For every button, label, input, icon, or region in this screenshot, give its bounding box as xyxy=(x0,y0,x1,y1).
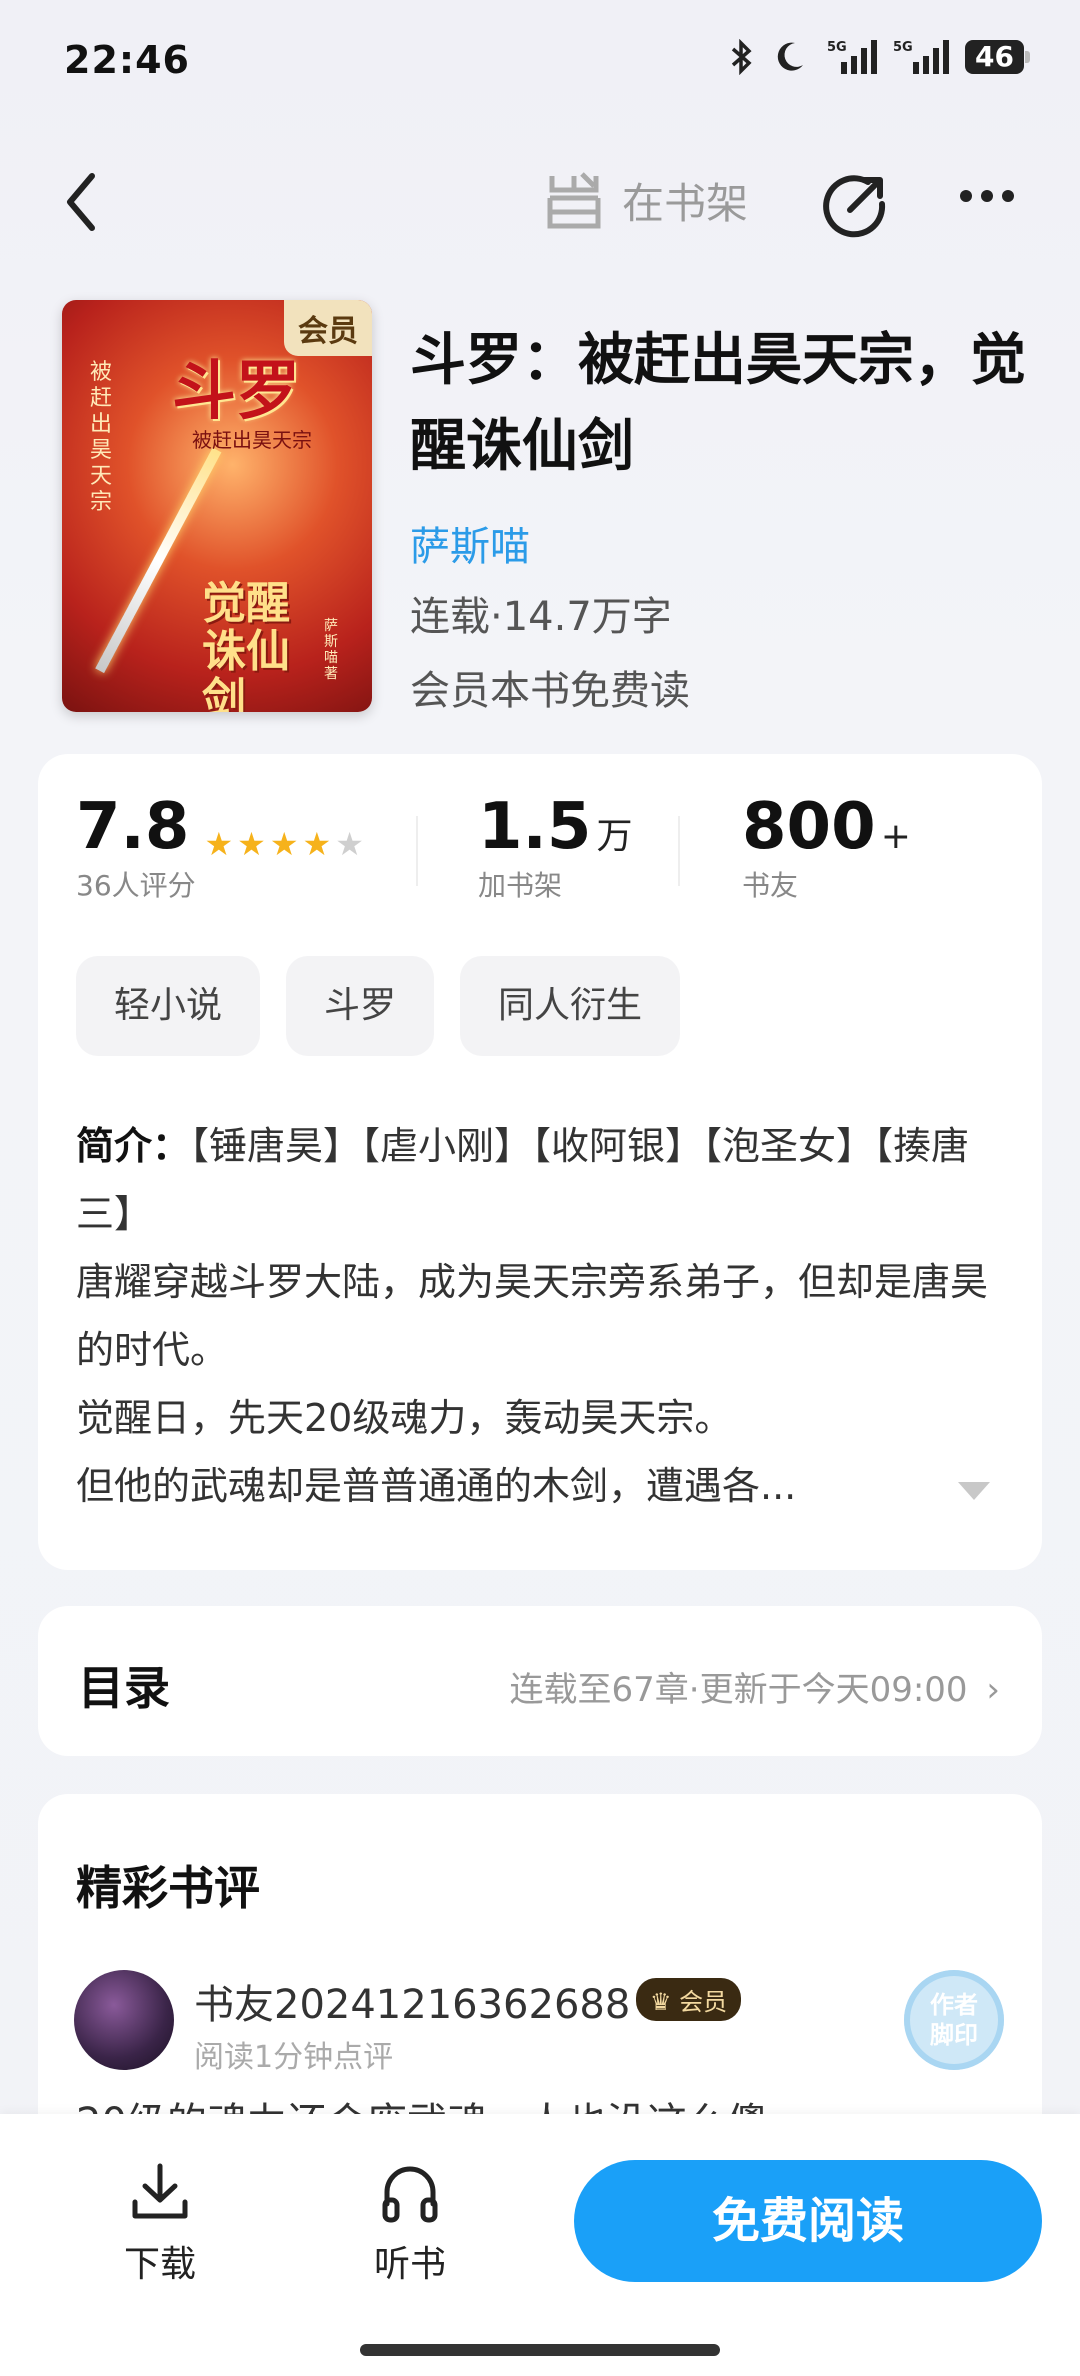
cover-subtitle-text: 被赶出昊天宗 xyxy=(192,428,312,452)
back-arrow-icon[interactable] xyxy=(60,168,108,236)
book-meta: 连载·14.7万字 xyxy=(410,594,672,640)
shelf-stat: 1.5 万 加书架 xyxy=(478,790,632,904)
intro-label: 简介： xyxy=(76,1124,191,1168)
book-cover[interactable]: 被赶出昊天宗 斗罗 被赶出昊天宗 觉醒诛仙剑 萨斯喵著 会员 xyxy=(62,300,372,712)
svg-text:5G: 5G xyxy=(893,40,913,55)
book-title: 斗罗：被赶出昊天宗，觉醒诛仙剑 xyxy=(410,328,1026,479)
cover-author-text: 萨斯喵著 xyxy=(324,618,338,682)
stat-divider xyxy=(416,816,418,886)
download-label: 下载 xyxy=(123,2244,196,2285)
home-indicator[interactable] xyxy=(360,2344,720,2356)
vip-badge: 会员 xyxy=(284,300,372,356)
free-read-button[interactable]: 免费阅读 xyxy=(574,2160,1042,2282)
download-button[interactable]: 下载 xyxy=(100,2160,220,2287)
friends-stat[interactable]: 800 + 书友 xyxy=(742,790,911,904)
toc-title: 目录 xyxy=(78,1661,170,1715)
reviewer-badge-label: 会员 xyxy=(679,1988,728,2016)
toc-update-text: 连载至67章·更新于今天09:00 xyxy=(509,1670,968,1710)
rating-stars: ★ ★ ★ ★ ★ xyxy=(204,825,363,863)
cover-side-text: 被赶出昊天宗 xyxy=(90,360,113,515)
bluetooth-icon xyxy=(731,39,752,75)
cover-title-text: 斗罗 xyxy=(172,354,300,429)
book-intro[interactable]: 简介：【锤唐昊】【虐小刚】【收阿银】【泡圣女】【揍唐三】 唐耀穿越斗罗大陆，成为… xyxy=(76,1112,996,1520)
avatar[interactable] xyxy=(74,1970,174,2070)
crown-icon: ♛ xyxy=(650,1988,672,2016)
status-time: 22:46 xyxy=(64,38,190,82)
listen-button[interactable]: 听书 xyxy=(350,2160,470,2287)
tag-chip[interactable]: 斗罗 xyxy=(286,956,435,1056)
intro-paragraph: 觉醒日，先天20级魂力，轰动昊天宗。 xyxy=(76,1396,733,1440)
download-icon xyxy=(132,2163,188,2219)
on-shelf-button[interactable]: 在书架 xyxy=(542,168,748,232)
signal-5g-icon-2: 5G xyxy=(893,40,950,74)
star-icon: ★ xyxy=(237,824,266,863)
svg-text:5G: 5G xyxy=(827,40,847,55)
share-icon[interactable] xyxy=(820,170,890,240)
review-meta: 阅读1分钟点评 xyxy=(194,2040,394,2075)
reviewer-vip-badge: ♛ 会员 xyxy=(636,1978,742,2021)
shelf-unit: 万 xyxy=(596,816,633,857)
listen-label: 听书 xyxy=(373,2244,446,2285)
intro-paragraph: 唐耀穿越斗罗大陆，成为昊天宗旁系弟子，但却是唐昊的时代。 xyxy=(76,1260,989,1372)
toc-update-info: 连载至67章·更新于今天09:00 › xyxy=(510,1662,1000,1711)
star-empty-icon: ★ xyxy=(335,824,364,863)
rating-value: 7.8 xyxy=(76,790,190,864)
star-icon: ★ xyxy=(204,824,234,863)
friends-plus: + xyxy=(880,816,911,857)
reviews-title: 精彩书评 xyxy=(76,1861,260,1915)
chevron-right-icon: › xyxy=(986,1670,1000,1710)
battery-indicator: 46 xyxy=(965,40,1030,74)
more-menu-icon[interactable] xyxy=(960,190,1014,202)
intro-tags: 【锤唐昊】【虐小刚】【收阿银】【泡圣女】【揍唐三】 xyxy=(76,1124,970,1236)
rating-count: 36人评分 xyxy=(76,869,196,902)
friends-label: 书友 xyxy=(742,869,799,902)
star-icon: ★ xyxy=(302,824,332,863)
vip-free-note: 会员本书免费读 xyxy=(410,668,690,714)
on-shelf-label: 在书架 xyxy=(622,178,749,228)
shelf-label: 加书架 xyxy=(478,869,563,902)
reviewer-name[interactable]: 书友20241216362688 xyxy=(194,1972,630,2030)
cover-bottom-text: 觉醒诛仙剑 xyxy=(202,578,290,713)
headphones-icon xyxy=(382,2166,438,2223)
expand-chevron-icon[interactable] xyxy=(958,1482,990,1500)
friends-count: 800 xyxy=(742,790,876,864)
author-footprint-stamp: 作者脚印 xyxy=(904,1970,1004,2070)
star-icon: ★ xyxy=(269,824,299,863)
bookshelf-icon xyxy=(547,172,601,229)
signal-5g-icon: 5G xyxy=(827,40,878,74)
tag-chip[interactable]: 轻小说 xyxy=(76,956,261,1056)
shelf-count: 1.5 xyxy=(478,790,592,864)
intro-paragraph: 但他的武魂却是普普通通的木剑，遭遇各... xyxy=(76,1464,797,1508)
tag-chip[interactable]: 同人衍生 xyxy=(460,956,681,1056)
rating-stat[interactable]: 7.8 ★ ★ ★ ★ ★ 36人评分 xyxy=(76,790,364,904)
moon-icon xyxy=(777,42,804,71)
stat-divider xyxy=(678,816,680,886)
author-link[interactable]: 萨斯喵 xyxy=(410,514,530,572)
stamp-text: 作者脚印 xyxy=(930,1991,978,2049)
status-icons: 5G 5G 46 xyxy=(727,38,1030,76)
